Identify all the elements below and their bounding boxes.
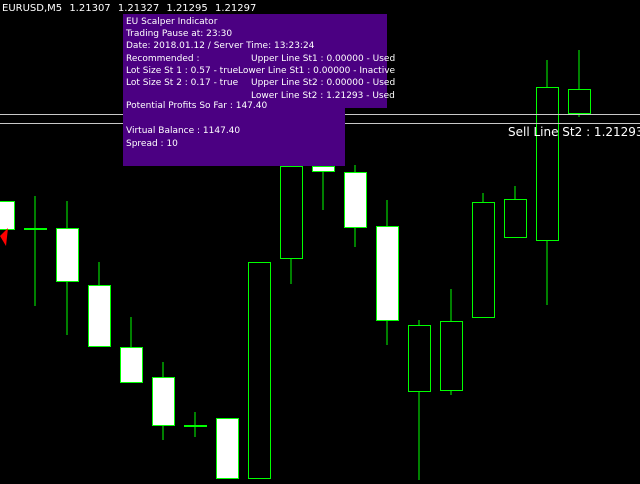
candle-12 — [344, 165, 367, 247]
candle-body — [248, 262, 271, 479]
candle-body — [0, 201, 15, 230]
symbol-name: EURUSD,M5 — [2, 3, 63, 14]
lower-line-st2: Lower Line St2 : 1.21293 - Used — [251, 91, 395, 101]
open-price: 1.21307 — [69, 3, 111, 14]
candle-body — [56, 228, 79, 282]
sell-line-label: Sell Line St2 : 1.21293 — [508, 125, 640, 139]
candle-17 — [504, 186, 527, 238]
lot-size-st2: Lot Size St 2 : 0.17 - true — [126, 78, 239, 88]
candle-2 — [24, 196, 47, 306]
buy-signal-arrow-icon — [0, 228, 8, 246]
candle-6 — [152, 362, 175, 440]
candle-15 — [440, 289, 463, 395]
candle-body — [88, 285, 111, 347]
upper-line-st1: Upper Line St1 : 0.00000 - Used — [251, 54, 396, 64]
candle-4 — [88, 262, 111, 347]
virtual-balance: Virtual Balance : 1147.40 — [126, 126, 241, 136]
candle-8 — [216, 418, 239, 479]
date-line: Date: 2018.01.12 / Server Time: 13:23:24 — [126, 41, 315, 51]
candle-9 — [248, 262, 271, 479]
candle-16 — [472, 193, 495, 318]
candle-body — [568, 89, 591, 114]
candle-body — [344, 172, 367, 228]
candle-19 — [568, 50, 591, 117]
upper-line-st2: Upper Line St2 : 0.00000 - Used — [251, 78, 396, 88]
low-price: 1.21295 — [166, 3, 208, 14]
candle-body — [216, 418, 239, 479]
lot-size-st1: Lot Size St 1 : 0.57 - true — [126, 66, 239, 76]
lower-line-st1: Lower Line St1 : 0.00000 - Inactive — [238, 66, 396, 76]
potential-profits: Potential Profits So Far : 147.40 — [126, 101, 268, 111]
candle-10 — [280, 166, 303, 284]
trading-pause: Trading Pause at: 23:30 — [126, 29, 233, 39]
candle-body — [376, 226, 399, 321]
candle-body — [312, 166, 335, 172]
recommended-label: Recommended : — [126, 54, 200, 64]
candle-1 — [0, 201, 15, 230]
candle-body — [184, 425, 207, 427]
close-price: 1.21297 — [214, 3, 257, 14]
indicator-panel: EU Scalper Indicator Trading Pause at: 2… — [123, 14, 395, 108]
candle-body — [472, 202, 495, 318]
candle-body — [24, 228, 47, 230]
candle-7 — [184, 412, 207, 437]
candle-body — [120, 347, 143, 383]
candle-14 — [408, 320, 431, 480]
candle-5 — [120, 317, 143, 383]
panel-title: EU Scalper Indicator — [126, 17, 218, 27]
candle-11 — [312, 166, 335, 210]
candle-18 — [536, 60, 559, 305]
candle-body — [408, 325, 431, 392]
candle-body — [536, 87, 559, 241]
candle-3 — [56, 201, 79, 335]
candle-body — [280, 166, 303, 259]
candle-body — [440, 321, 463, 391]
candle-13 — [376, 200, 399, 345]
candle-body — [504, 199, 527, 238]
indicator-panel-extension: Potential Profits So Far : 147.40 Virtua… — [123, 101, 345, 166]
high-price: 1.21327 — [117, 3, 160, 14]
spread: Spread : 10 — [126, 139, 178, 149]
candle-body — [152, 377, 175, 426]
